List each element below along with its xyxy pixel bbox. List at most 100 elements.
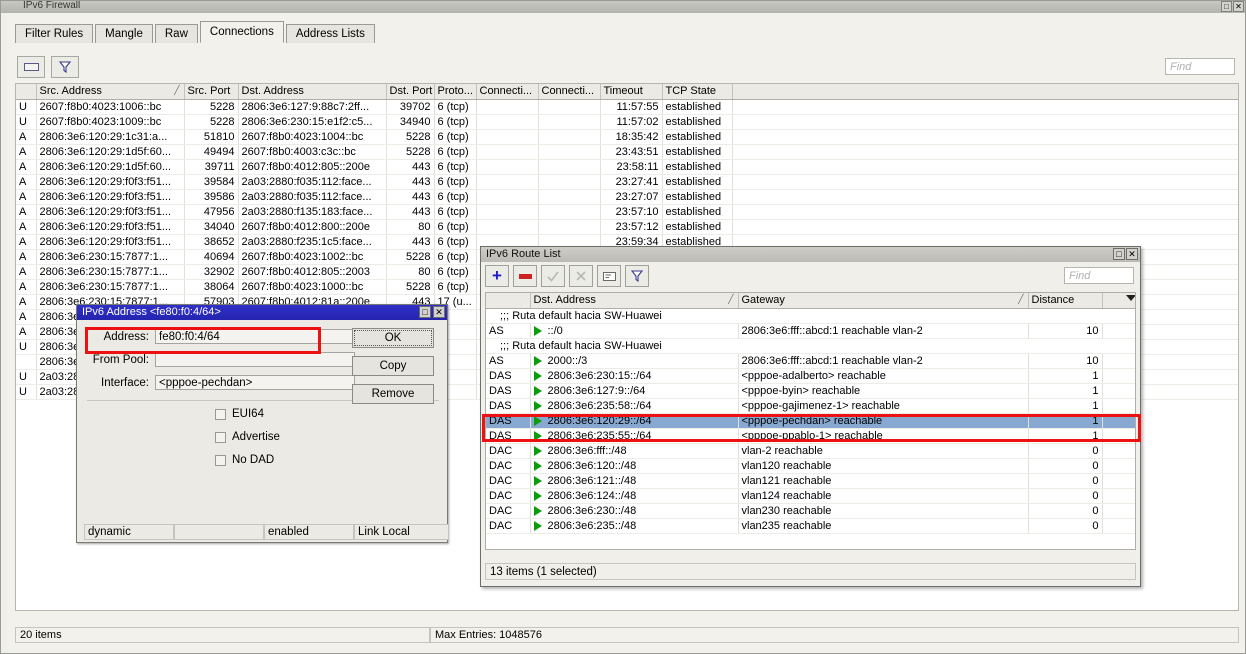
route-cell-spare [1102,473,1136,488]
route-cell-dst_address: 2806:3e6:230:15::/64 [530,368,738,383]
cell-flags: U [16,339,36,354]
route-cell-spare [1102,518,1136,533]
eui64-checkbox[interactable] [215,409,226,420]
route-comment-row[interactable]: ;;; Ruta default hacia SW-Huawei [486,338,1136,353]
link-local-status: Link Local [354,524,449,540]
remove-route-button[interactable] [513,265,537,287]
route-close-icon[interactable]: ✕ [1126,248,1138,260]
column-header-tcp_state[interactable]: TCP State [662,84,732,99]
route-row[interactable]: DAS2806:3e6:235:58::/64<pppoe-gajimenez-… [486,398,1136,413]
from-pool-field[interactable] [155,352,355,367]
advertise-checkbox[interactable] [215,432,226,443]
column-header-spare[interactable] [732,84,1239,99]
route-cell-spare [1102,368,1136,383]
cell-dst_port: 443 [386,189,434,204]
route-comment-row[interactable]: ;;; Ruta default hacia SW-Huawei [486,308,1136,323]
column-header-dst_address[interactable]: Dst. Address [238,84,386,99]
table-row[interactable]: A2806:3e6:120:29:f0f3:f51...395862a03:28… [16,189,1239,204]
route-search-input[interactable]: Find [1064,267,1134,284]
column-header-src_address[interactable]: Src. Address╱ [36,84,184,99]
column-header-src_port[interactable]: Src. Port [184,84,238,99]
table-row[interactable]: U2607:f8b0:4023:1009::bc52282806:3e6:230… [16,114,1239,129]
cell-flags: A [16,159,36,174]
chevron-down-icon[interactable] [1126,295,1136,301]
enable-route-button[interactable] [541,265,565,287]
route-row[interactable]: DAC2806:3e6:235::/48vlan235 reachable0 [486,518,1136,533]
column-header-flags[interactable] [16,84,36,99]
filter-button[interactable] [51,56,79,78]
route-header-row: Dst. Address╱Gateway╱Distance [486,293,1136,308]
column-header-connection2[interactable]: Connecti... [538,84,600,99]
selected-route-highlight [482,414,1141,442]
route-column-header-gateway[interactable]: Gateway╱ [738,293,1028,308]
cell-connection2 [538,204,600,219]
ok-button[interactable]: OK [352,328,434,348]
tab-raw[interactable]: Raw [155,24,198,43]
cell-src_address: 2806:3e6:120:29:f0f3:f51... [36,234,184,249]
column-header-protocol[interactable]: Proto... [434,84,476,99]
column-header-connection1[interactable]: Connecti... [476,84,538,99]
route-toolbar: + [485,265,649,287]
table-row[interactable]: A2806:3e6:120:29:1c31:a...518102607:f8b0… [16,129,1239,144]
cell-flags: U [16,99,36,114]
cell-dst_address: 2a03:2880:f235:1c5:face... [238,234,386,249]
cell-protocol: 6 (tcp) [434,219,476,234]
cell-dst_port: 5228 [386,144,434,159]
route-column-header-flags[interactable] [486,293,530,308]
route-dst-address-text: 2806:3e6:127:9::/64 [548,385,646,397]
column-header-dst_port[interactable]: Dst. Port [386,84,434,99]
dialog-maximize-icon[interactable]: □ [419,306,431,318]
disable-route-button[interactable] [569,265,593,287]
add-route-button[interactable]: + [485,265,509,287]
route-row[interactable]: DAC2806:3e6:124::/48vlan124 reachable0 [486,488,1136,503]
route-row[interactable]: DAC2806:3e6:121::/48vlan121 reachable0 [486,473,1136,488]
route-cell-gateway: vlan235 reachable [738,518,1028,533]
route-row[interactable]: DAC2806:3e6:230::/48vlan230 reachable0 [486,503,1136,518]
filter-route-button[interactable] [625,265,649,287]
close-icon[interactable]: ✕ [1233,1,1244,12]
remove-button[interactable] [17,56,45,78]
cell-timeout: 23:57:10 [600,204,662,219]
route-row[interactable]: DAS2806:3e6:127:9::/64<pppoe-byin> reach… [486,383,1136,398]
route-dst-address-text: 2806:3e6:124::/48 [548,490,637,502]
no-dad-checkbox[interactable] [215,455,226,466]
route-row[interactable]: DAC2806:3e6:120::/48vlan120 reachable0 [486,458,1136,473]
route-row[interactable]: AS2000::/32806:3e6:fff::abcd:1 reachable… [486,353,1136,368]
cell-dst_address: 2a03:2880:f135:183:face... [238,204,386,219]
cell-connection2 [538,174,600,189]
route-column-header-distance[interactable]: Distance [1028,293,1102,308]
tab-mangle[interactable]: Mangle [95,24,153,43]
table-row[interactable]: A2806:3e6:120:29:1d5f:60...397112607:f8b… [16,159,1239,174]
cell-dst_port: 5228 [386,249,434,264]
route-cell-distance: 1 [1028,368,1102,383]
from-pool-label: From Pool: [87,354,149,366]
route-column-header-spare[interactable] [1102,293,1136,308]
dialog-close-icon[interactable]: ✕ [433,306,445,318]
route-cell-flags: DAC [486,443,530,458]
table-row[interactable]: U2607:f8b0:4023:1006::bc52282806:3e6:127… [16,99,1239,114]
interface-field[interactable]: <pppoe-pechdan> [155,375,355,390]
remove-button[interactable]: Remove [352,384,434,404]
route-cell-dst_address: 2806:3e6:235:58::/64 [530,398,738,413]
table-row[interactable]: A2806:3e6:120:29:f0f3:f51...395842a03:28… [16,174,1239,189]
tab-connections[interactable]: Connections [200,21,284,43]
route-maximize-icon[interactable]: □ [1113,248,1125,260]
tab-filter-rules[interactable]: Filter Rules [15,24,93,43]
route-row[interactable]: DAS2806:3e6:230:15::/64<pppoe-adalberto>… [486,368,1136,383]
comment-route-button[interactable] [597,265,621,287]
cell-spare [732,204,1239,219]
column-header-timeout[interactable]: Timeout [600,84,662,99]
cell-timeout: 23:43:51 [600,144,662,159]
route-column-header-dst_address[interactable]: Dst. Address╱ [530,293,738,308]
copy-button[interactable]: Copy [352,356,434,376]
route-row[interactable]: DAC2806:3e6:fff::/48vlan-2 reachable0 [486,443,1136,458]
maximize-icon[interactable]: □ [1221,1,1232,12]
search-input[interactable]: Find [1165,58,1235,75]
route-row[interactable]: AS::/02806:3e6:fff::abcd:1 reachable vla… [486,323,1136,338]
table-row[interactable]: A2806:3e6:120:29:1d5f:60...494942607:f8b… [16,144,1239,159]
cell-flags: A [16,324,36,339]
table-row[interactable]: A2806:3e6:120:29:f0f3:f51...479562a03:28… [16,204,1239,219]
table-row[interactable]: A2806:3e6:120:29:f0f3:f51...340402607:f8… [16,219,1239,234]
cell-tcp_state: established [662,174,732,189]
tab-address-lists[interactable]: Address Lists [286,24,375,43]
